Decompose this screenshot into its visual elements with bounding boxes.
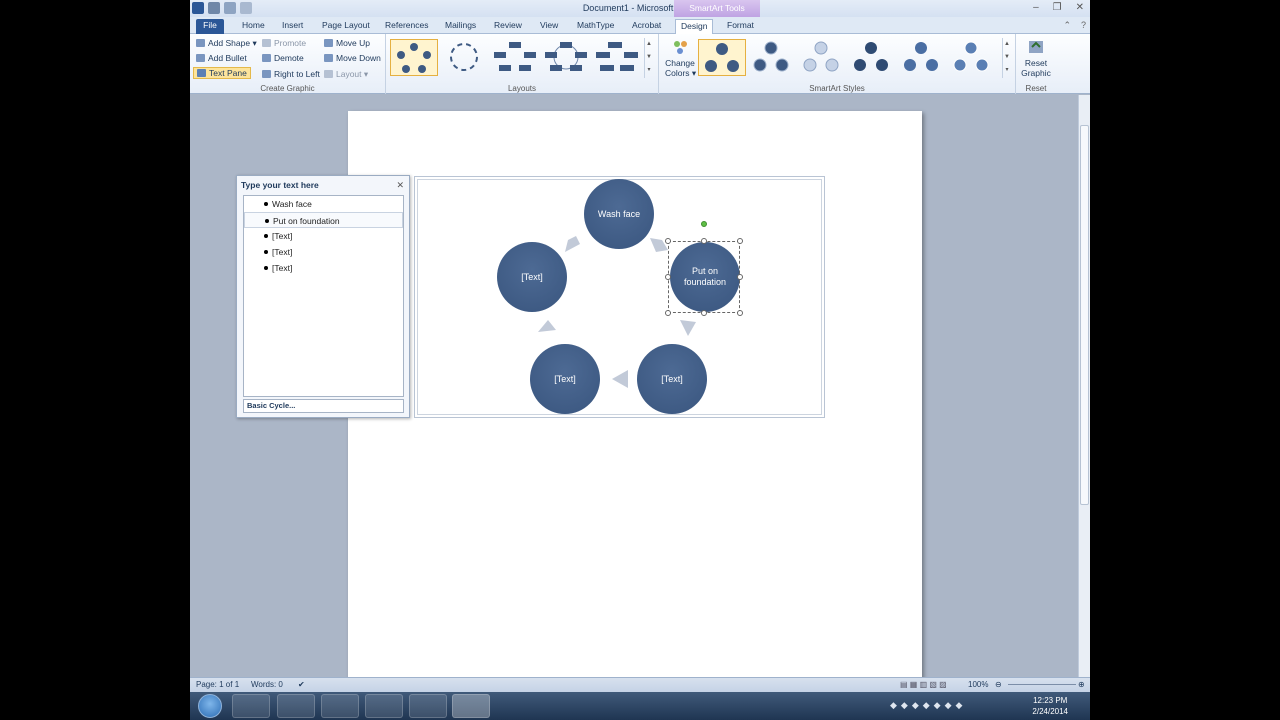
taskbar-explorer-icon[interactable] — [321, 694, 359, 718]
resize-handle[interactable] — [665, 274, 671, 280]
cycle-arrow — [538, 320, 556, 332]
resize-handle[interactable] — [737, 238, 743, 244]
cycle-node[interactable]: [Text] — [637, 344, 707, 414]
cycle-node[interactable]: Wash face — [584, 179, 654, 249]
rotate-handle[interactable] — [701, 221, 707, 227]
taskbar-clock[interactable]: 12:23 PM 2/24/2014 — [1032, 695, 1068, 717]
cycle-arrow — [612, 370, 628, 388]
cycle-arrows — [538, 236, 696, 388]
taskbar-word-icon[interactable] — [452, 694, 490, 718]
cycle-node[interactable]: [Text] — [530, 344, 600, 414]
taskbar-media-icon[interactable] — [232, 694, 270, 718]
windows-taskbar: ◆◆◆◆◆◆◆ 12:23 PM 2/24/2014 — [190, 692, 1090, 720]
selection-box — [668, 241, 740, 313]
resize-handle[interactable] — [737, 274, 743, 280]
resize-handle[interactable] — [665, 310, 671, 316]
resize-handle[interactable] — [737, 310, 743, 316]
taskbar-chrome-icon[interactable] — [365, 694, 403, 718]
system-tray-icons[interactable]: ◆◆◆◆◆◆◆ — [890, 700, 966, 711]
cycle-arrow — [565, 236, 580, 252]
cycle-node[interactable]: [Text] — [497, 242, 567, 312]
resize-handle[interactable] — [701, 310, 707, 316]
resize-handle[interactable] — [701, 238, 707, 244]
taskbar-outlook-icon[interactable] — [277, 694, 315, 718]
start-button[interactable] — [198, 694, 222, 718]
cycle-arrow — [680, 320, 696, 336]
resize-handle[interactable] — [665, 238, 671, 244]
taskbar-app-icon[interactable] — [409, 694, 447, 718]
